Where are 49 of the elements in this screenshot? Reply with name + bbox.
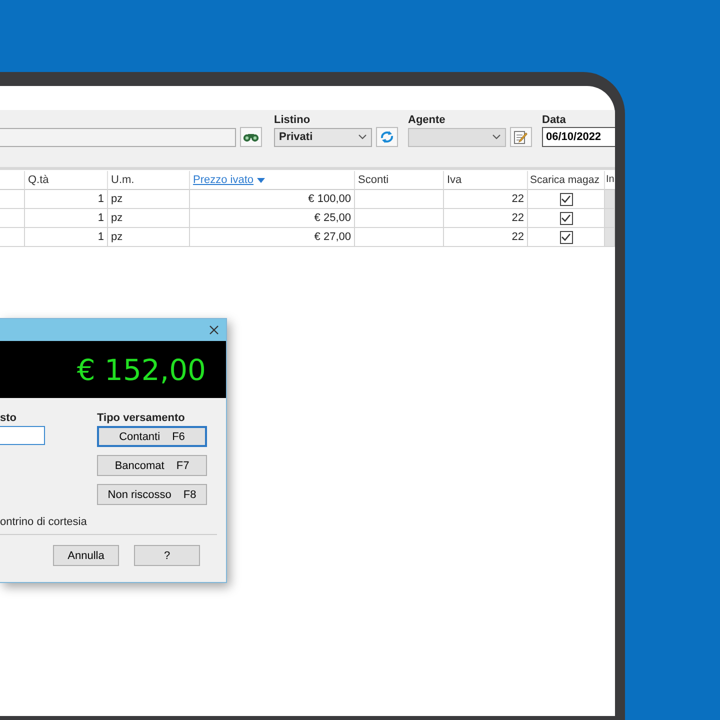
column-header[interactable]: Q.tà: [25, 171, 108, 190]
payment-button[interactable]: Non riscosso F8: [97, 484, 207, 505]
payment-button[interactable]: Contanti F6: [97, 426, 207, 447]
table-cell: pz: [108, 228, 190, 247]
column-header[interactable]: Prezzo ivato: [190, 171, 355, 190]
chevron-icon: [358, 134, 367, 140]
field-label: Listino: [274, 114, 312, 127]
table-cell: 22: [444, 209, 528, 228]
close-icon: [209, 325, 219, 335]
field-label: sto: [0, 412, 18, 425]
date-field[interactable]: 06/10/2022: [542, 127, 615, 147]
dialog-button[interactable]: ?: [134, 545, 200, 566]
dropdown[interactable]: Privati: [274, 128, 372, 146]
checkbox[interactable]: [560, 230, 572, 244]
field-label: Tipo versamento: [97, 412, 186, 425]
sort-arrow-icon: [256, 178, 265, 182]
table-cell: [0, 228, 25, 247]
field-label: Data: [542, 114, 567, 127]
dialog-button[interactable]: Annulla: [53, 545, 119, 566]
table-cell: € 100,00: [190, 190, 355, 209]
payment-button[interactable]: Bancomat F7: [97, 455, 207, 476]
refresh-button[interactable]: [376, 127, 398, 147]
binoculars-icon: [243, 132, 259, 142]
checkbox[interactable]: [560, 192, 572, 206]
edit-button[interactable]: [510, 127, 532, 147]
checkbox[interactable]: [560, 212, 572, 224]
table-cell: [0, 190, 25, 209]
table-cell: pz: [108, 190, 190, 209]
table-cell: 22: [444, 228, 528, 247]
column-header[interactable]: Iva: [444, 171, 528, 190]
table-cell: 1: [25, 190, 108, 209]
table-cell: € 27,00: [190, 228, 355, 247]
table-cell: [0, 209, 25, 228]
search-button[interactable]: [240, 127, 262, 147]
table-cell: 22: [444, 190, 528, 209]
chevron-icon: [492, 134, 501, 140]
total-amount: € 152,00: [76, 352, 206, 386]
notepad-pencil-icon: [513, 129, 529, 145]
table-cell: € 25,00: [190, 209, 355, 228]
table-cell: 1: [25, 228, 108, 247]
column-header[interactable]: U.m.: [108, 171, 190, 190]
field-label: Agente: [408, 114, 446, 127]
checkbox-label: ontrino di cortesia: [0, 516, 88, 528]
refresh-icon: [379, 130, 395, 144]
table-cell: 1: [25, 209, 108, 228]
search-field[interactable]: [0, 128, 236, 146]
table-cell: pz: [108, 209, 190, 228]
column-header[interactable]: Sconti: [355, 171, 444, 190]
amount-field[interactable]: [0, 426, 45, 445]
